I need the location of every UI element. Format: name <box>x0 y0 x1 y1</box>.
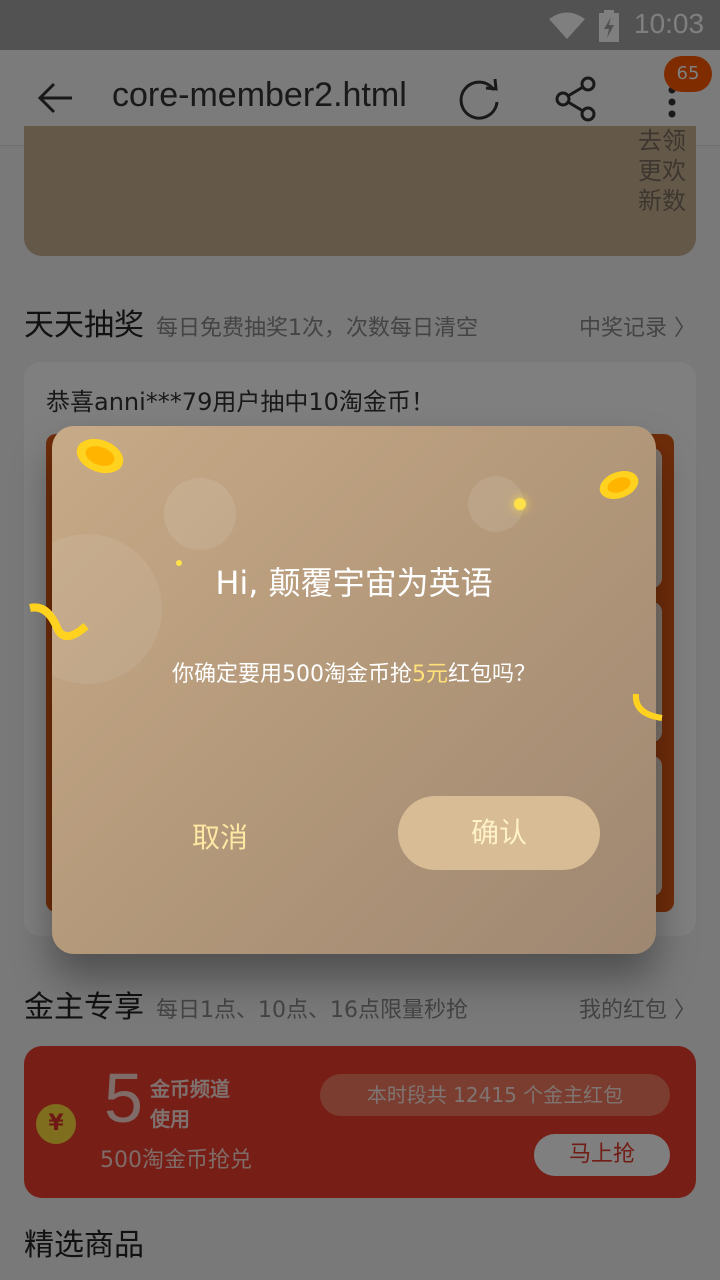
ribbon-icon <box>29 603 89 640</box>
dialog-message-highlight: 5元 <box>411 662 448 687</box>
cancel-button[interactable]: 取消 <box>148 810 292 866</box>
confirm-button[interactable]: 确认 <box>398 796 600 870</box>
gold-coin-icon <box>76 438 124 474</box>
dialog-message-suffix: 红包吗？ <box>447 662 536 687</box>
dialog-greeting: Hi, 颠覆宇宙为英语 <box>215 564 493 602</box>
ribbon-icon <box>632 693 663 721</box>
dialog-message: 你确定要用500淘金币抢5元红包吗？ <box>52 656 656 688</box>
dialog-message-prefix: 你确定要用500淘金币抢 <box>171 662 412 687</box>
dialog-decoration <box>164 478 236 550</box>
sparkle-icon <box>514 498 526 510</box>
sparkle-icon <box>176 560 182 566</box>
confirm-dialog: Hi, 颠覆宇宙为英语 你确定要用500淘金币抢5元红包吗？ 取消 确认 <box>52 426 656 954</box>
gold-coin-icon <box>599 470 639 500</box>
